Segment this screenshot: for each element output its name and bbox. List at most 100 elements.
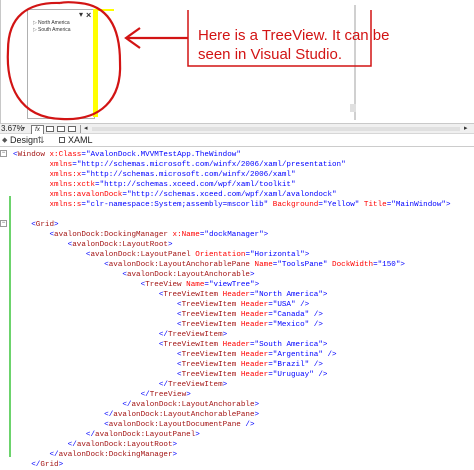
code-line: <TreeViewItem Header="Argentina" /> — [13, 350, 337, 360]
code-token: TreeView — [149, 391, 187, 399]
code-token: TreeViewItem — [167, 381, 223, 389]
code-line: <TreeViewItem Header="South America"> — [13, 340, 328, 350]
code-line: <TreeViewItem Header="Canada" /> — [13, 310, 323, 320]
code-token: avalonDock:LayoutAnchorable — [131, 401, 255, 409]
code-token: < — [13, 311, 182, 319]
code-token: > — [186, 391, 191, 399]
annotation-text: Here is a TreeView. It can be seen in Vi… — [198, 27, 390, 63]
code-token: Header — [236, 321, 269, 329]
code-token: "Uruguay" — [272, 371, 314, 379]
code-token: Header — [218, 291, 250, 299]
fold-toggle-grid[interactable]: − — [0, 220, 7, 227]
code-line: <TreeViewItem Header="North America"> — [13, 290, 328, 300]
code-token: < — [13, 421, 109, 429]
swap-panes-icon[interactable]: ⇅ — [37, 135, 45, 146]
code-token: > — [263, 231, 269, 239]
code-line: xmlns="http://schemas.microsoft.com/winf… — [13, 160, 346, 170]
xaml-editor[interactable]: − − <Window x:Class="AvalonDock.MVVMTest… — [0, 147, 474, 469]
code-token: TreeViewItem — [181, 311, 237, 319]
code-token: "Horizontal" — [250, 251, 305, 259]
code-line: </avalonDock:LayoutPanel> — [13, 430, 200, 440]
code-token: > — [172, 441, 178, 449]
scroll-left-icon[interactable]: ◂ — [84, 125, 88, 133]
code-token: Background — [268, 201, 319, 209]
code-token: "USA" — [272, 301, 296, 309]
code-token: < — [13, 281, 146, 289]
code-token: "North America" — [254, 291, 323, 299]
code-token: /> — [313, 371, 328, 379]
code-line: <avalonDock:LayoutRoot> — [13, 240, 173, 250]
code-token: "http://schemas.xceed.com/wpf/xaml/toolk… — [99, 181, 296, 189]
code-token: TreeViewItem — [181, 321, 237, 329]
code-token: </ — [13, 401, 132, 409]
code-token: "MainWindow" — [391, 201, 446, 209]
code-token: Name — [181, 281, 205, 289]
code-token: TreeViewItem — [163, 341, 219, 349]
code-token: "http://schemas.microsoft.com/winfx/2006… — [76, 161, 346, 169]
code-token: xmlns:avalonDock — [13, 191, 123, 199]
code-token: > — [58, 461, 64, 469]
code-token: > — [322, 341, 328, 349]
layout-icon[interactable] — [68, 126, 76, 132]
code-token: Title — [359, 201, 387, 209]
code-token: > — [322, 291, 328, 299]
code-token: Header — [236, 351, 269, 359]
code-token: x:Class — [44, 151, 82, 159]
code-token: "Argentina" — [272, 351, 323, 359]
tab-design[interactable]: Design — [10, 135, 38, 146]
code-token: < — [13, 241, 73, 249]
designer-surface[interactable]: ▾ × ▷North America ▷South America Here i… — [0, 0, 474, 123]
code-token: avalonDock:LayoutPanel — [95, 431, 196, 439]
code-token: TreeViewItem — [163, 291, 219, 299]
code-token: < — [13, 301, 182, 309]
code-token: </ — [13, 441, 77, 449]
code-line: <TreeView Name="viewTree"> — [13, 280, 260, 290]
code-token: Grid — [40, 461, 59, 469]
code-token: > — [254, 401, 260, 409]
code-token: > — [167, 241, 173, 249]
code-token: x:Name — [167, 231, 200, 239]
code-token: </ — [13, 331, 168, 339]
code-token: < — [13, 371, 182, 379]
code-token: > — [195, 431, 200, 439]
code-token: /> — [309, 321, 323, 329]
zoom-dropdown-icon[interactable]: ▾ — [22, 125, 25, 133]
code-line: <TreeViewItem Header="Brazil" /> — [13, 360, 323, 370]
code-token: > — [400, 261, 405, 269]
code-token: < — [13, 271, 127, 279]
code-line: </avalonDock:LayoutAnchorablePane> — [13, 410, 259, 420]
fold-toggle-window[interactable]: − — [0, 150, 7, 157]
code-token: Header — [218, 341, 250, 349]
horizontal-scrollbar[interactable] — [92, 127, 460, 131]
code-line: <TreeViewItem Header="Uruguay" /> — [13, 370, 327, 380]
annotation-ellipse — [6, 1, 122, 121]
code-token: > — [222, 381, 228, 389]
code-token: xmlns:xctk — [13, 181, 96, 189]
code-line: </avalonDock:LayoutRoot> — [13, 440, 177, 450]
tab-xaml[interactable]: XAML — [68, 135, 93, 146]
code-line: </avalonDock:DockingManager> — [13, 450, 177, 460]
code-token: < — [13, 221, 36, 229]
view-tabs: ◆ Design ⇅ XAML — [0, 134, 474, 147]
change-indicator-bar — [9, 196, 11, 457]
code-token: TreeViewItem — [181, 371, 237, 379]
code-token: /> — [309, 311, 323, 319]
grid-icon[interactable] — [46, 126, 54, 132]
code-token: /> — [309, 361, 323, 369]
code-token: < — [13, 291, 164, 299]
scroll-right-icon[interactable]: ▸ — [464, 125, 468, 133]
code-line: <avalonDock:LayoutPanel Orientation="Hor… — [13, 250, 309, 260]
code-token: > — [445, 201, 451, 209]
code-token: "http://schemas.xceed.com/wpf/xaml/avalo… — [126, 191, 337, 199]
code-token: "dockManager" — [204, 231, 264, 239]
code-token: </ — [13, 461, 41, 469]
code-token: "AvalonDock.MVVMTestApp.TheWindow" — [85, 151, 241, 159]
code-token: /> — [240, 421, 255, 429]
code-token: </ — [13, 391, 150, 399]
code-token: "Mexico" — [272, 321, 310, 329]
code-token: avalonDock:DockingManager — [54, 231, 168, 239]
zoom-level[interactable]: 3.67% — [1, 124, 24, 134]
code-token: < — [13, 361, 182, 369]
snap-icon[interactable] — [57, 126, 65, 132]
code-line: <Grid> — [13, 220, 58, 230]
